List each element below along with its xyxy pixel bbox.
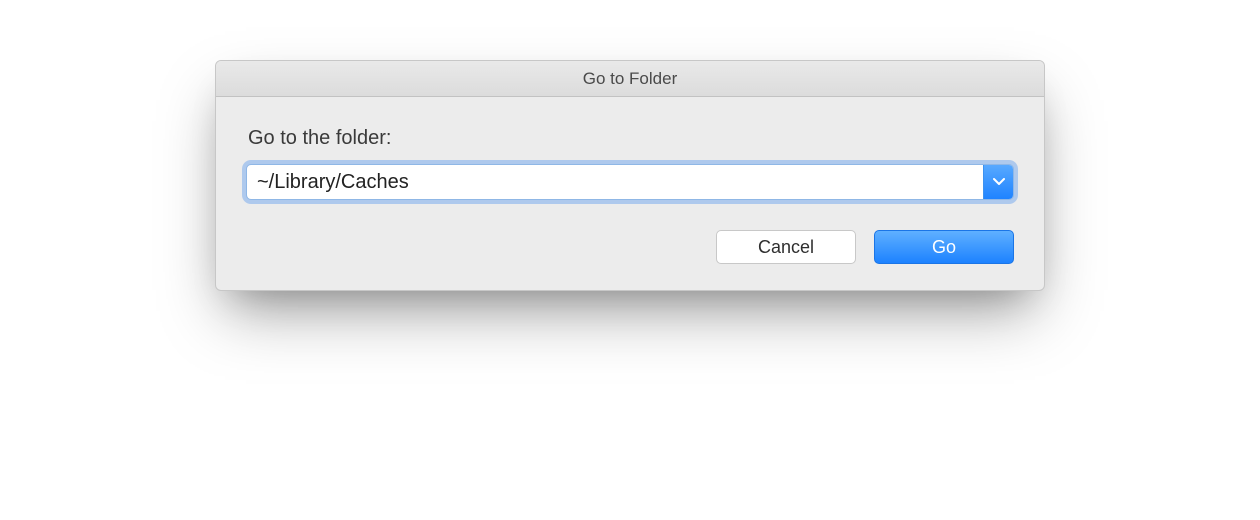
dialog-body: Go to the folder: Cancel Go [216, 97, 1044, 290]
go-to-folder-dialog: Go to Folder Go to the folder: Cancel Go [215, 60, 1045, 291]
go-button-label: Go [932, 237, 956, 258]
dialog-titlebar: Go to Folder [216, 61, 1044, 97]
dialog-button-row: Cancel Go [246, 230, 1014, 264]
go-button[interactable]: Go [874, 230, 1014, 264]
folder-path-input[interactable] [247, 165, 983, 199]
dialog-title: Go to Folder [583, 69, 678, 89]
chevron-down-icon [993, 178, 1005, 186]
folder-path-combo[interactable] [246, 164, 1014, 200]
cancel-button-label: Cancel [758, 237, 814, 258]
prompt-label: Go to the folder: [246, 127, 1014, 150]
folder-path-dropdown-button[interactable] [983, 165, 1013, 199]
cancel-button[interactable]: Cancel [716, 230, 856, 264]
